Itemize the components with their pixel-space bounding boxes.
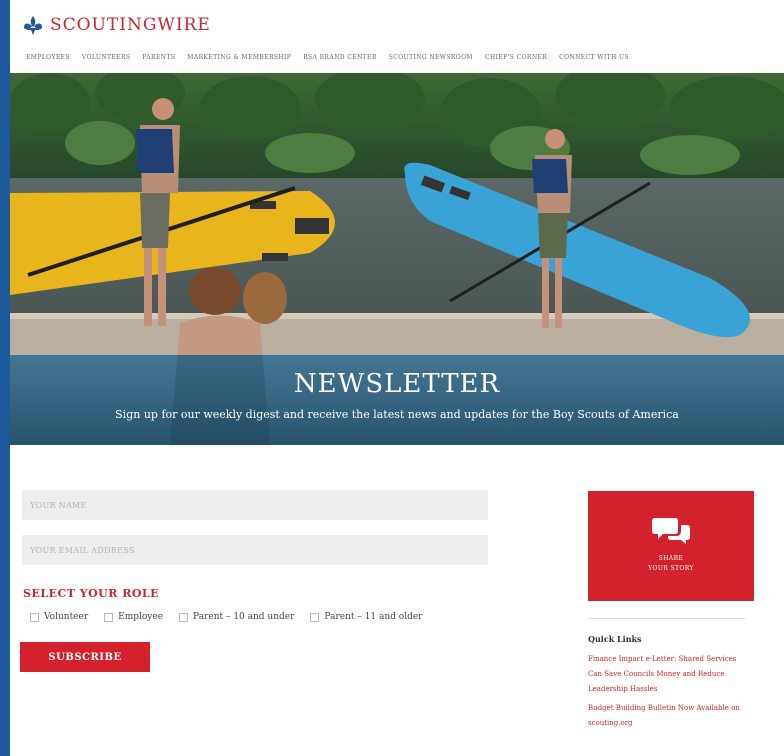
- fleur-de-lis-icon: [24, 16, 42, 35]
- quick-link-finance-impact[interactable]: Finance Impact e-Letter: Shared Services…: [588, 652, 750, 697]
- nav-item-volunteers[interactable]: VOLUNTEERS: [82, 54, 131, 61]
- role-option-parent-10-under[interactable]: Parent – 10 and under: [179, 612, 294, 622]
- nav-item-bsa-brand-center[interactable]: BSA BRAND CENTER: [303, 54, 377, 61]
- nav-item-chiefs-corner[interactable]: CHIEF'S CORNER: [485, 54, 547, 61]
- role-options: Volunteer Employee Parent – 10 and under…: [30, 612, 423, 622]
- parent-11-older-checkbox[interactable]: [310, 612, 320, 622]
- hero-banner: NEWSLETTER Sign up for our weekly digest…: [10, 73, 784, 445]
- share-your-story-button[interactable]: SHARE YOUR STORY: [588, 491, 754, 601]
- nav-item-parents[interactable]: PARENTS: [142, 54, 175, 61]
- nav-item-marketing-membership[interactable]: MARKETING & MEMBERSHIP: [187, 54, 291, 61]
- page: SCOUTINGWIRE EMPLOYEES VOLUNTEERS PARENT…: [10, 0, 784, 756]
- logo-text: SCOUTINGWIRE: [50, 15, 211, 35]
- role-label: Volunteer: [44, 612, 89, 622]
- nav-item-scouting-newsroom[interactable]: SCOUTING NEWSROOM: [389, 54, 473, 61]
- role-label: Parent – 10 and under: [193, 612, 295, 622]
- role-label: Employee: [118, 612, 164, 622]
- quick-link-budget-bulletin[interactable]: Budget Building Bulletin Now Available o…: [588, 701, 750, 731]
- share-label-line1: SHARE: [658, 555, 684, 562]
- speech-bubbles-icon: [652, 518, 690, 544]
- nav-item-connect-with-us[interactable]: CONNECT WITH US: [559, 54, 629, 61]
- name-input[interactable]: [22, 490, 488, 520]
- main-nav: EMPLOYEES VOLUNTEERS PARENTS MARKETING &…: [26, 54, 629, 61]
- volunteer-checkbox[interactable]: [30, 612, 39, 622]
- subscribe-button[interactable]: SUBSCRIBE: [20, 642, 150, 672]
- nav-item-employees[interactable]: EMPLOYEES: [26, 54, 70, 61]
- role-label: Parent – 11 and older: [324, 612, 423, 622]
- hero-subtitle: Sign up for our weekly digest and receiv…: [115, 408, 679, 421]
- quick-links-heading: Quick Links: [588, 634, 642, 644]
- email-input[interactable]: [22, 535, 488, 565]
- parent-10-under-checkbox[interactable]: [179, 612, 189, 622]
- site-logo[interactable]: SCOUTINGWIRE: [22, 14, 211, 36]
- share-label-line2: YOUR STORY: [648, 565, 694, 572]
- hero-title: NEWSLETTER: [293, 369, 501, 399]
- employee-checkbox[interactable]: [104, 612, 114, 622]
- sidebar-divider: [588, 618, 746, 619]
- role-option-employee[interactable]: Employee: [104, 612, 163, 622]
- role-heading: SELECT YOUR ROLE: [23, 587, 160, 600]
- role-option-parent-11-older[interactable]: Parent – 11 and older: [310, 612, 423, 622]
- role-option-volunteer[interactable]: Volunteer: [30, 612, 88, 622]
